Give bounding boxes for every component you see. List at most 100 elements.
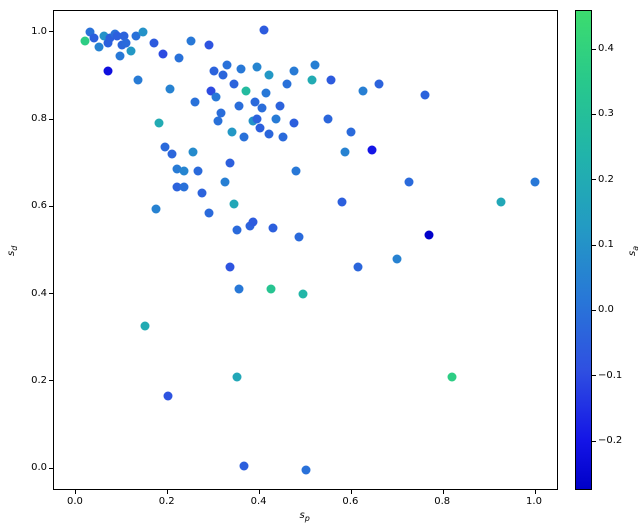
scatter-point bbox=[248, 217, 257, 226]
scatter-point bbox=[260, 25, 269, 34]
scatter-point bbox=[232, 372, 241, 381]
x-axis-label: sp bbox=[300, 510, 310, 523]
scatter-point bbox=[255, 123, 264, 132]
y-tick-label: 0.8 bbox=[23, 113, 47, 124]
scatter-point bbox=[234, 102, 243, 111]
scatter-point bbox=[198, 189, 207, 198]
y-tick-label: 0.2 bbox=[23, 375, 47, 386]
scatter-point bbox=[225, 263, 234, 272]
scatter-point bbox=[94, 43, 103, 52]
x-tick bbox=[443, 490, 444, 494]
scatter-point bbox=[393, 254, 402, 263]
x-tick bbox=[259, 490, 260, 494]
scatter-point bbox=[166, 84, 175, 93]
colorbar-tick-label: 0.2 bbox=[598, 174, 614, 185]
x-tick-label: 0.2 bbox=[159, 496, 175, 507]
scatter-point bbox=[237, 64, 246, 73]
scatter-point bbox=[368, 145, 377, 154]
scatter-point bbox=[290, 119, 299, 128]
x-tick bbox=[535, 490, 536, 494]
colorbar-tick bbox=[592, 245, 596, 246]
scatter-point bbox=[216, 108, 225, 117]
scatter-point bbox=[218, 71, 227, 80]
scatter-point bbox=[294, 232, 303, 241]
y-tick bbox=[49, 468, 53, 469]
y-tick bbox=[49, 380, 53, 381]
scatter-point bbox=[283, 80, 292, 89]
scatter-point bbox=[448, 372, 457, 381]
scatter-point bbox=[301, 466, 310, 475]
y-tick bbox=[49, 293, 53, 294]
scatter-point bbox=[193, 167, 202, 176]
scatter-point bbox=[189, 147, 198, 156]
scatter-point bbox=[308, 75, 317, 84]
y-tick-label: 0.0 bbox=[23, 462, 47, 473]
x-tick-label: 0.8 bbox=[434, 496, 450, 507]
scatter-point bbox=[324, 115, 333, 124]
scatter-point bbox=[140, 322, 149, 331]
scatter-point bbox=[338, 198, 347, 207]
scatter-point bbox=[127, 47, 136, 56]
colorbar-gradient bbox=[576, 11, 591, 489]
scatter-point bbox=[175, 54, 184, 63]
colorbar-tick bbox=[592, 114, 596, 115]
colorbar-tick-label: −0.2 bbox=[598, 435, 622, 446]
scatter-point bbox=[425, 230, 434, 239]
scatter-point bbox=[234, 285, 243, 294]
scatter-point bbox=[239, 132, 248, 141]
colorbar-tick bbox=[592, 375, 596, 376]
scatter-point bbox=[168, 150, 177, 159]
x-tick bbox=[167, 490, 168, 494]
scatter-point bbox=[262, 88, 271, 97]
colorbar bbox=[575, 10, 592, 490]
scatter-point bbox=[299, 289, 308, 298]
scatter-point bbox=[264, 130, 273, 139]
scatter-point bbox=[214, 117, 223, 126]
scatter-point bbox=[278, 132, 287, 141]
x-tick-label: 0.6 bbox=[342, 496, 358, 507]
x-tick bbox=[351, 490, 352, 494]
x-tick-label: 0.0 bbox=[67, 496, 83, 507]
scatter-point bbox=[81, 36, 90, 45]
scatter-axes bbox=[53, 10, 558, 490]
colorbar-tick-label: −0.1 bbox=[598, 370, 622, 381]
scatter-point bbox=[205, 208, 214, 217]
scatter-point bbox=[230, 80, 239, 89]
y-tick-label: 0.6 bbox=[23, 200, 47, 211]
scatter-point bbox=[420, 91, 429, 100]
colorbar-tick-label: 0.3 bbox=[598, 108, 614, 119]
scatter-point bbox=[221, 178, 230, 187]
colorbar-tick bbox=[592, 179, 596, 180]
scatter-point bbox=[310, 60, 319, 69]
scatter-point bbox=[253, 62, 262, 71]
scatter-point bbox=[347, 128, 356, 137]
scatter-point bbox=[138, 27, 147, 36]
scatter-point bbox=[179, 182, 188, 191]
y-axis-label: sd bbox=[6, 246, 19, 256]
x-tick bbox=[75, 490, 76, 494]
scatter-point bbox=[150, 38, 159, 47]
scatter-point bbox=[239, 462, 248, 471]
y-tick bbox=[49, 31, 53, 32]
figure: 0.00.20.40.60.81.00.00.20.40.60.81.0spsd… bbox=[0, 0, 640, 528]
scatter-point bbox=[223, 60, 232, 69]
y-tick-label: 1.0 bbox=[23, 26, 47, 37]
scatter-point bbox=[115, 51, 124, 60]
colorbar-tick bbox=[592, 49, 596, 50]
scatter-point bbox=[253, 115, 262, 124]
scatter-point bbox=[354, 263, 363, 272]
scatter-point bbox=[163, 392, 172, 401]
scatter-point bbox=[264, 71, 273, 80]
scatter-point bbox=[211, 93, 220, 102]
colorbar-tick-label: 0.0 bbox=[598, 304, 614, 315]
x-tick-label: 1.0 bbox=[526, 496, 542, 507]
y-tick bbox=[49, 119, 53, 120]
scatter-point bbox=[241, 86, 250, 95]
scatter-point bbox=[133, 75, 142, 84]
scatter-point bbox=[152, 204, 161, 213]
scatter-point bbox=[205, 40, 214, 49]
scatter-point bbox=[404, 178, 413, 187]
y-tick bbox=[49, 206, 53, 207]
scatter-point bbox=[257, 104, 266, 113]
scatter-point bbox=[90, 34, 99, 43]
